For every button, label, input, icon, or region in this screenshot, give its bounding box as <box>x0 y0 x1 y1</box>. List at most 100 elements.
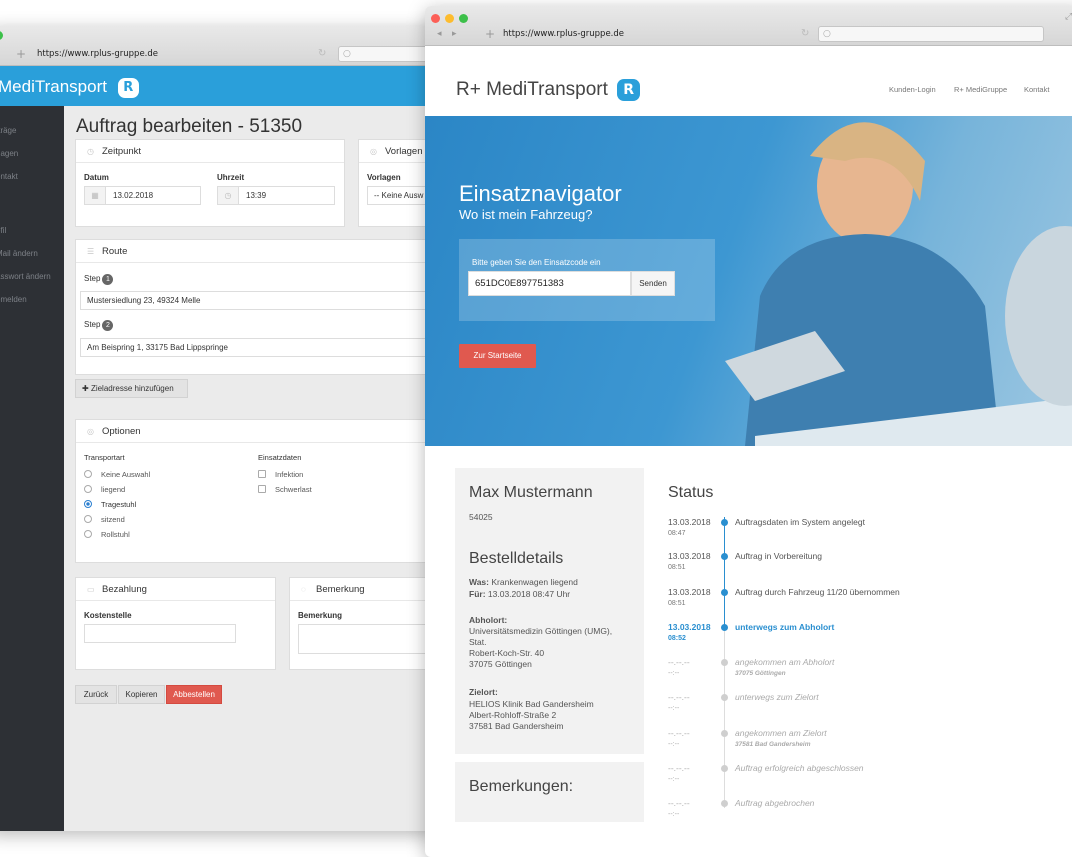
status-dot <box>721 659 728 666</box>
sidebar-item-profil[interactable]: ofil <box>0 226 6 235</box>
add-destination-label: Zieladresse hinzufügen <box>90 384 174 393</box>
reload-icon[interactable]: ↻ <box>801 27 809 41</box>
nav-kunden-login[interactable]: Kunden-Login <box>889 85 936 94</box>
minimize-dot[interactable] <box>445 14 454 23</box>
sidebar-item-vorlagen[interactable]: rlagen <box>0 149 18 158</box>
status-date: --.--.-- <box>668 798 690 808</box>
abholort-line: Universitätsmedizin Göttingen (UMG), <box>469 626 613 636</box>
address-bar[interactable]: https://www.rplus-gruppe.de <box>37 47 158 61</box>
status-date: --.--.-- <box>668 763 690 773</box>
bemerkung-title: Bemerkung <box>316 584 365 595</box>
expand-icon[interactable]: ⤢ <box>1065 10 1072 24</box>
back-arrow-icon[interactable]: ◂ <box>437 27 442 41</box>
status-time: --:-- <box>668 741 680 748</box>
radio-label: Tragestuhl <box>101 500 137 509</box>
payment-icon: ▭ <box>87 585 95 594</box>
kostenstelle-input[interactable] <box>84 624 236 643</box>
optionen-header: ◎ Optionen <box>76 420 437 443</box>
cancel-order-button[interactable]: Abbestellen <box>166 685 222 704</box>
address-bar[interactable]: https://www.rplus-gruppe.de <box>503 27 624 41</box>
status-text: Auftrag abgebrochen <box>735 798 815 808</box>
home-button[interactable]: Zur Startseite <box>459 344 536 368</box>
clock-icon: ◷ <box>87 147 94 156</box>
copy-button[interactable]: Kopieren <box>118 685 165 704</box>
abholort-line: 37075 Göttingen <box>469 659 532 669</box>
back-button[interactable]: Zurück <box>75 685 117 704</box>
sidebar-item-auftraege[interactable]: fträge <box>0 126 16 135</box>
admin-browser-window: ◂ + https://www.rplus-gruppe.de ↻ ○ Medi… <box>0 26 438 831</box>
sidebar-item-kontakt[interactable]: ontakt <box>0 172 18 181</box>
checkbox-schwerlast[interactable]: Schwerlast <box>258 485 312 494</box>
rplus-logo-icon: R <box>117 78 139 98</box>
radio-sitzend[interactable]: sitzend <box>84 515 125 524</box>
status-dot <box>721 730 728 737</box>
step-2-input[interactable]: Am Beispring 1, 33175 Bad Lippspringe <box>80 338 438 357</box>
calendar-icon: ▦ <box>85 187 106 204</box>
radio-tragestuhl[interactable]: Tragestuhl <box>84 500 136 509</box>
datum-input[interactable]: ▦ 13.02.2018 <box>84 186 201 205</box>
details-title: Bestelldetails <box>469 550 564 567</box>
step-1-input[interactable]: Mustersiedlung 23, 49324 Melle <box>80 291 438 310</box>
search-icon[interactable]: ○ <box>338 46 438 62</box>
datum-value: 13.02.2018 <box>113 191 154 200</box>
sidebar-item-logout[interactable]: bmelden <box>0 295 27 304</box>
new-tab-icon[interactable]: + <box>16 47 26 61</box>
new-tab-icon[interactable]: + <box>485 27 495 41</box>
sidebar-item-email[interactable]: Mail ändern <box>0 249 38 258</box>
code-prompt: Bitte geben Sie den Einsatzcode ein <box>472 258 601 267</box>
vorlagen-label: Vorlagen <box>367 173 401 182</box>
radio-label: Rollstuhl <box>101 530 130 539</box>
status-time: --:-- <box>668 670 680 677</box>
maximize-dot[interactable] <box>459 14 468 23</box>
radio-liegend[interactable]: liegend <box>84 485 125 494</box>
optionen-title: Optionen <box>102 426 141 437</box>
bemerkung-card: ◌ Bemerkung Bemerkung <box>289 577 438 670</box>
status-time: 08:51 <box>668 600 686 607</box>
step-1-text: Step <box>84 274 101 283</box>
brand-name: MediTransport <box>0 77 107 96</box>
search-icon[interactable]: ○ <box>818 26 1044 42</box>
patient-shape <box>1005 226 1072 406</box>
radio-label: Keine Auswahl <box>101 470 151 479</box>
uhrzeit-input[interactable]: ◷ 13:39 <box>217 186 335 205</box>
forward-arrow-icon[interactable]: ▸ <box>452 27 457 41</box>
customer-id: 54025 <box>469 512 493 522</box>
radio-rollstuhl[interactable]: Rollstuhl <box>84 530 130 539</box>
send-button[interactable]: Senden <box>631 271 675 296</box>
rplus-logo-icon: R <box>617 79 641 101</box>
browser-toolbar: ◂ + https://www.rplus-gruppe.de ↻ ○ <box>0 26 438 66</box>
status-text: Auftrag in Vorbereitung <box>735 551 822 561</box>
route-header: ☰ Route <box>76 240 437 263</box>
maximize-dot[interactable] <box>0 31 3 40</box>
status-time: 08:51 <box>668 564 686 571</box>
bezahlung-title: Bezahlung <box>102 584 147 595</box>
radio-keine-auswahl[interactable]: Keine Auswahl <box>84 470 150 479</box>
zeitpunkt-title: Zeitpunkt <box>102 146 142 157</box>
bemerkung-textarea[interactable] <box>298 624 438 654</box>
status-text: angekommen am Zielort <box>735 728 827 738</box>
code-input[interactable]: 651DC0E897751383 <box>468 271 631 296</box>
add-destination-button[interactable]: ✚ Zieladresse hinzufügen <box>75 379 188 398</box>
status-date: --.--.-- <box>668 692 690 702</box>
status-time: --:-- <box>668 776 680 783</box>
status-date: --.--.-- <box>668 728 690 738</box>
zielort-line: HELIOS Klinik Bad Gandersheim <box>469 699 594 709</box>
nav-medigruppe[interactable]: R+ MediGruppe <box>954 85 1007 94</box>
zeitpunkt-header: ◷ Zeitpunkt <box>76 140 344 163</box>
nav-kontakt[interactable]: Kontakt <box>1024 85 1049 94</box>
sidebar: fträge rlagen ontakt ofil Mail ändern as… <box>0 106 64 831</box>
checkbox-infektion[interactable]: Infektion <box>258 470 303 479</box>
sidebar-item-password[interactable]: asswort ändern <box>0 272 51 281</box>
close-dot[interactable] <box>431 14 440 23</box>
status-time: --:-- <box>668 811 680 818</box>
was-line: Was: Krankenwagen liegend <box>469 577 578 588</box>
step-2-number: 2 <box>102 320 114 331</box>
site-brand[interactable]: R+ MediTransport R <box>456 79 641 101</box>
step-1-label: Step 1 <box>84 274 114 285</box>
status-text: unterwegs zum Abholort <box>735 622 835 632</box>
status-dot <box>721 519 728 526</box>
reload-icon[interactable]: ↻ <box>318 47 326 61</box>
app-brand[interactable]: MediTransport R <box>0 77 139 98</box>
customer-name: Max Mustermann <box>469 484 593 501</box>
radio-circle <box>84 530 92 538</box>
